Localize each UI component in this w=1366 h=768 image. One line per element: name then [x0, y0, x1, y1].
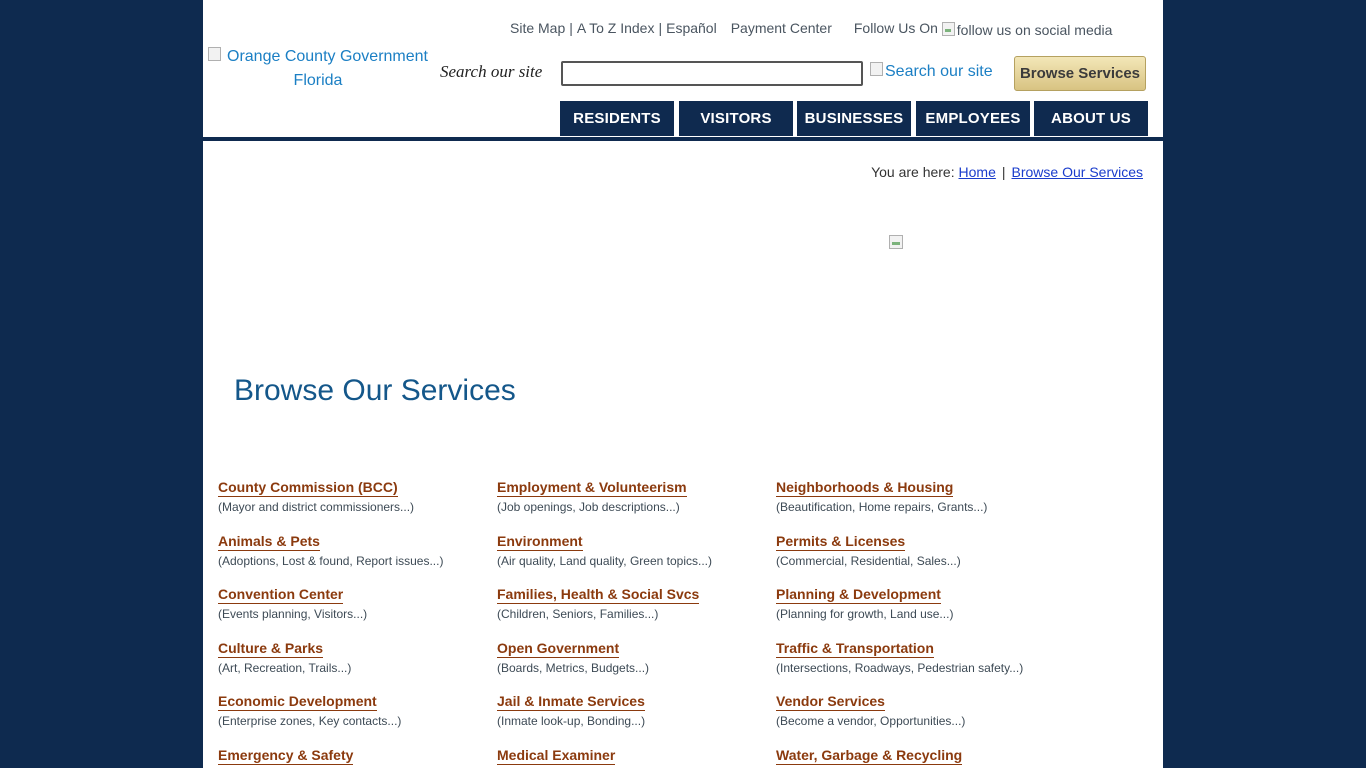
a-to-z-link[interactable]: A To Z Index [577, 20, 655, 36]
nav-divider [203, 137, 1163, 141]
service-link[interactable]: Animals & Pets [218, 532, 320, 551]
service-link[interactable]: Jail & Inmate Services [497, 692, 645, 711]
separator: | [658, 20, 663, 36]
service-description: (Enterprise zones, Key contacts...) [218, 714, 402, 728]
service-description: (Events planning, Visitors...) [218, 607, 368, 621]
service-description: (Become a vendor, Opportunities...) [776, 714, 966, 728]
service-description: (Planning for growth, Land use...) [776, 607, 954, 621]
search-input[interactable] [561, 61, 863, 86]
breadcrumb-separator: | [1001, 164, 1006, 180]
service-link[interactable]: Vendor Services [776, 692, 885, 711]
county-logo[interactable]: Orange County Government Florida [203, 45, 433, 93]
service-description: (Air quality, Land quality, Green topics… [497, 554, 712, 568]
service-item: Planning & Development (Planning for gro… [776, 585, 1046, 622]
search-button-alt: Search our site [885, 63, 993, 80]
service-item: Jail & Inmate Services (Inmate look-up, … [497, 692, 767, 729]
browse-services-button[interactable]: Browse Services [1014, 56, 1146, 91]
service-link[interactable]: Families, Health & Social Svcs [497, 585, 700, 604]
nav-businesses[interactable]: BUSINESSES [797, 101, 911, 136]
service-item: Neighborhoods & Housing (Beautification,… [776, 478, 1046, 515]
follow-us-label: Follow Us On [853, 20, 938, 36]
nav-visitors[interactable]: VISITORS [679, 101, 793, 136]
social-media-alt: follow us on social media [956, 22, 1113, 38]
service-link[interactable]: Planning & Development [776, 585, 941, 604]
service-item: Families, Health & Social Svcs (Children… [497, 585, 767, 622]
service-link[interactable]: Open Government [497, 639, 620, 658]
breadcrumb: You are here: Home | Browse Our Services [871, 164, 1143, 180]
breadcrumb-home[interactable]: Home [959, 164, 996, 180]
service-item: Economic Development (Enterprise zones, … [218, 692, 488, 729]
broken-image-icon [870, 62, 883, 76]
nav-about-us[interactable]: ABOUT US [1034, 101, 1148, 136]
search-button[interactable]: Search our site [870, 62, 993, 81]
broken-image-icon [941, 22, 955, 36]
utility-links: Site Map | A To Z Index | Español Payment Cen… [510, 20, 1112, 38]
service-item: Vendor Services (Become a vendor, Opport… [776, 692, 1046, 729]
service-link[interactable]: Convention Center [218, 585, 344, 604]
nav-employees[interactable]: EMPLOYEES [916, 101, 1030, 136]
service-description: (Intersections, Roadways, Pedestrian saf… [776, 661, 1024, 675]
service-link[interactable]: Permits & Licenses [776, 532, 906, 551]
service-description: (Children, Seniors, Families...) [497, 607, 659, 621]
service-link[interactable]: Environment [497, 532, 583, 551]
service-item: Convention Center (Events planning, Visi… [218, 585, 488, 622]
service-description: (Art, Recreation, Trails...) [218, 661, 352, 675]
service-item: Animals & Pets (Adoptions, Lost & found,… [218, 532, 488, 569]
service-description: (Boards, Metrics, Budgets...) [497, 661, 650, 675]
logo-line1: Orange County Government [227, 48, 428, 65]
service-link[interactable]: Traffic & Transportation [776, 639, 934, 658]
page-title: Browse Our Services [234, 374, 516, 407]
service-item: Water, Garbage & Recycling [776, 746, 1046, 765]
espanol-link[interactable]: Español [666, 20, 717, 36]
service-description: (Beautification, Home repairs, Grants...… [776, 500, 988, 514]
service-link[interactable]: Economic Development [218, 692, 377, 711]
service-description: (Job openings, Job descriptions...) [497, 500, 680, 514]
payment-center-link[interactable]: Payment Center [731, 20, 832, 36]
service-item: Employment & Volunteerism (Job openings,… [497, 478, 767, 515]
breadcrumb-current[interactable]: Browse Our Services [1012, 164, 1143, 180]
service-link[interactable]: Medical Examiner [497, 746, 616, 765]
nav-residents[interactable]: RESIDENTS [560, 101, 674, 136]
service-description: (Commercial, Residential, Sales...) [776, 554, 961, 568]
service-item: Emergency & Safety [218, 746, 488, 765]
broken-image-icon [208, 47, 221, 61]
service-link[interactable]: Employment & Volunteerism [497, 478, 687, 497]
service-link[interactable]: Neighborhoods & Housing [776, 478, 954, 497]
social-media-image[interactable]: follow us on social media [941, 22, 1113, 38]
service-item: Traffic & Transportation (Intersections,… [776, 639, 1046, 676]
page-container: Site Map | A To Z Index | Español Payment Cen… [203, 0, 1163, 768]
service-item: Open Government (Boards, Metrics, Budget… [497, 639, 767, 676]
search-label: Search our site [440, 62, 543, 81]
service-item: Permits & Licenses (Commercial, Resident… [776, 532, 1046, 569]
separator: | [569, 20, 573, 36]
service-link[interactable]: Water, Garbage & Recycling [776, 746, 963, 765]
site-map-link[interactable]: Site Map [510, 20, 565, 36]
service-item: Environment (Air quality, Land quality, … [497, 532, 767, 569]
service-link[interactable]: Emergency & Safety [218, 746, 354, 765]
service-description: (Mayor and district commissioners...) [218, 500, 415, 514]
service-description: (Inmate look-up, Bonding...) [497, 714, 646, 728]
breadcrumb-prefix: You are here: [871, 164, 955, 180]
logo-line2: Florida [293, 72, 343, 89]
service-item: County Commission (BCC) (Mayor and distr… [218, 478, 488, 515]
service-link[interactable]: Culture & Parks [218, 639, 324, 658]
service-link[interactable]: County Commission (BCC) [218, 478, 398, 497]
banner-image [889, 235, 903, 249]
service-description: (Adoptions, Lost & found, Report issues.… [218, 554, 444, 568]
service-item: Medical Examiner [497, 746, 767, 765]
service-item: Culture & Parks (Art, Recreation, Trails… [218, 639, 488, 676]
